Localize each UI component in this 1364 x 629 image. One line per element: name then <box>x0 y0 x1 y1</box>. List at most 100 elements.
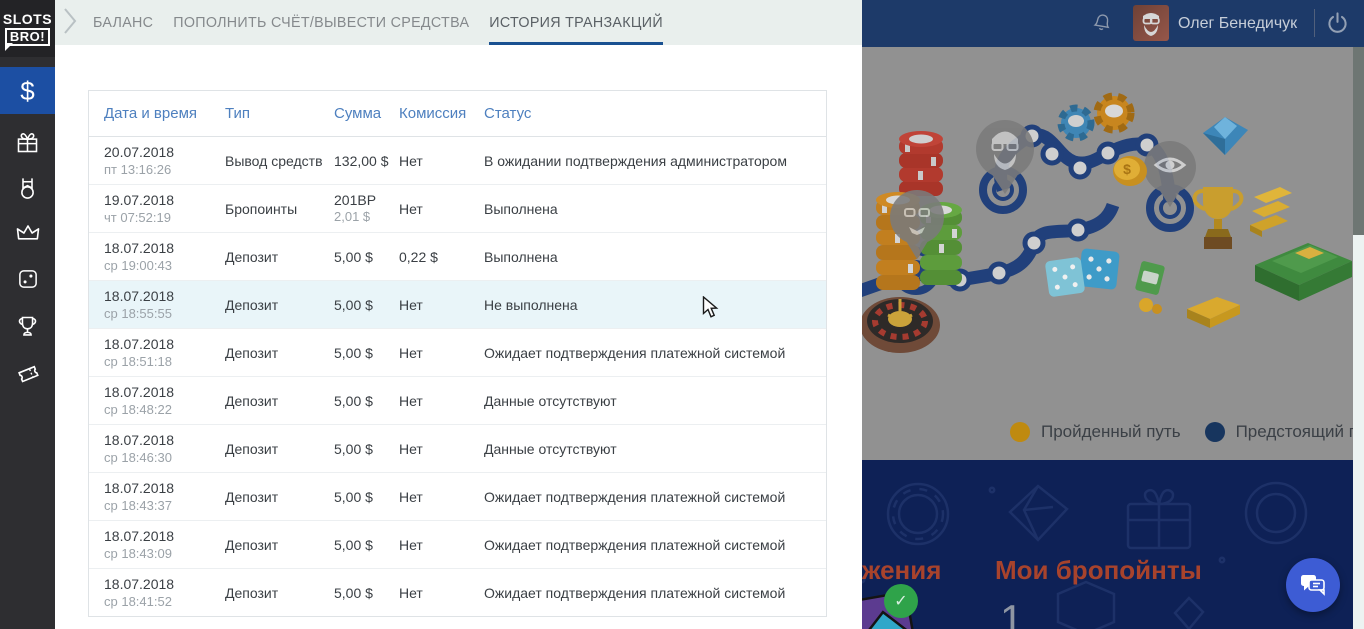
sidebar-item-balance[interactable]: $ <box>0 67 55 114</box>
cell-type: Депозит <box>225 585 279 601</box>
cell-datetime: 18.07.2018 ср 18:55:55 <box>104 287 175 321</box>
medal-icon <box>14 175 41 202</box>
cell-type: Депозит <box>225 296 279 313</box>
sidebar-item-gifts[interactable] <box>0 119 55 166</box>
cell-fee: 0,22 $ <box>399 248 438 265</box>
logo-line1: SLOTS <box>2 10 53 27</box>
road-legend: Пройденный путь Предстоящий путь <box>1010 422 1364 442</box>
cell-fee: Нет <box>399 296 423 313</box>
cell-type: Депозит <box>225 392 279 409</box>
transaction-row[interactable]: 18.07.2018 ср 18:41:52 Депозит 5,00 $ Нет Ожи… <box>89 569 826 617</box>
nav-tabs: БАЛАНС ПОПОЛНИТЬ СЧЁТ/ВЫВЕСТИ СРЕДСТВА ИСТ… <box>55 0 862 45</box>
transaction-row[interactable]: 18.07.2018 ср 18:46:30 Депозит 5,00 $ Нет Дан… <box>89 425 826 473</box>
cell-status: Ожидает подтверждения платежной системой <box>484 585 786 601</box>
achievement-check-icon: ✓ <box>884 584 918 618</box>
dollar-coin: $ <box>1113 156 1147 186</box>
table-header-row: Дата и время Тип Сумма Комиссия Статус <box>89 91 826 137</box>
roulette-wheel <box>862 297 940 353</box>
cell-datetime: 20.07.2018 пт 13:16:26 <box>104 143 175 177</box>
chat-widget-button[interactable] <box>1286 558 1340 612</box>
dice-icon <box>15 266 41 292</box>
chip-stack-red <box>899 131 943 196</box>
column-header: Тип <box>225 105 251 122</box>
transaction-row[interactable]: 18.07.2018 ср 18:43:37 Депозит 5,00 $ Нет Ожи… <box>89 473 826 521</box>
chevron-right-icon[interactable] <box>59 4 81 43</box>
tab-0[interactable]: БАЛАНС <box>93 0 153 45</box>
cell-datetime: 18.07.2018 ср 18:51:18 <box>104 335 175 369</box>
app-window: SLOTS BRO! $ БАЛАНС ПОПОЛНИТЬ СЧЁТ/ВЫВЕСТ… <box>0 0 1364 629</box>
cell-status: Данные отсутствуют <box>484 392 617 409</box>
cell-type: Депозит <box>225 536 279 553</box>
cell-datetime: 18.07.2018 ср 18:48:22 <box>104 383 175 417</box>
cell-fee: Нет <box>399 344 423 361</box>
tab-2[interactable]: ИСТОРИЯ ТРАНЗАКЦИЙ <box>489 0 663 45</box>
cell-amount: 132,00 $ <box>334 152 389 169</box>
cell-status: Выполнена <box>484 248 558 265</box>
legend-item: Предстоящий путь <box>1204 422 1364 442</box>
cell-type: Депозит <box>225 488 279 505</box>
sidebar-item-tournaments[interactable] <box>0 303 55 350</box>
bonus-road-section: $ Пройденный путь Предстоящий <box>862 47 1364 460</box>
cell-amount: 5,00 $ <box>334 392 373 409</box>
column-header: Сумма <box>334 105 382 122</box>
legend-dot <box>1204 422 1225 442</box>
casino-map-illustration: $ <box>862 92 1352 353</box>
user-avatar[interactable] <box>1133 5 1169 41</box>
legend-dot <box>1010 422 1030 442</box>
money-bundle-small <box>1135 261 1165 295</box>
bropoints-title: Мои бропойнты <box>995 555 1202 585</box>
cell-type: Бропоинты <box>225 200 298 217</box>
cell-fee: Нет <box>399 152 423 169</box>
sidebar-item-vip[interactable] <box>0 209 55 256</box>
trophy <box>1192 187 1244 249</box>
cell-fee: Нет <box>399 585 423 601</box>
user-name[interactable]: Олег Бенедичук <box>1178 0 1297 47</box>
scrollbar-thumb[interactable] <box>1353 47 1364 235</box>
bropoints-value: 1 <box>1000 596 1024 629</box>
cell-datetime: 19.07.2018 чт 07:52:19 <box>104 191 175 225</box>
logout-power-icon[interactable] <box>1324 10 1351 42</box>
gold-bars <box>1250 187 1292 237</box>
money-stack-large <box>1255 243 1352 301</box>
slotsbro-logo[interactable]: SLOTS BRO! <box>0 0 55 57</box>
cell-type: Депозит <box>225 440 279 457</box>
ticket-icon <box>14 359 42 387</box>
transaction-row[interactable]: 18.07.2018 ср 18:51:18 Депозит 5,00 $ Нет Ожи… <box>89 329 826 377</box>
transaction-row[interactable]: 20.07.2018 пт 13:16:26 Вывод средств 132,00… <box>89 137 826 185</box>
cell-amount: 201BP 2,01 $ <box>334 192 377 224</box>
achievements-title: жения <box>862 555 942 585</box>
cell-fee: Нет <box>399 488 423 505</box>
cell-datetime: 18.07.2018 ср 19:00:43 <box>104 239 175 273</box>
sidebar-item-medals[interactable] <box>0 165 55 212</box>
cell-fee: Нет <box>399 536 423 553</box>
page-scrollbar[interactable] <box>1353 47 1364 629</box>
notifications-bell-icon[interactable] <box>1090 11 1114 42</box>
sidebar-item-games[interactable] <box>0 255 55 302</box>
cell-status: Данные отсутствуют <box>484 440 617 457</box>
svg-text:$: $ <box>1123 161 1131 177</box>
table-body: 20.07.2018 пт 13:16:26 Вывод средств 132,00… <box>89 137 826 617</box>
cell-datetime: 18.07.2018 ср 18:41:52 <box>104 576 175 609</box>
transaction-row[interactable]: 18.07.2018 ср 18:55:55 Депозит 5,00 $ Нет Не … <box>89 281 826 329</box>
column-header: Комиссия <box>399 105 467 122</box>
cell-amount: 5,00 $ <box>334 488 373 505</box>
sidebar-item-tickets[interactable] <box>0 349 55 396</box>
legend-item: Пройденный путь <box>1010 422 1181 442</box>
cell-status: Ожидает подтверждения платежной системой <box>484 536 786 553</box>
cell-amount: 5,00 $ <box>334 536 373 553</box>
cell-fee: Нет <box>399 392 423 409</box>
cell-status: Не выполнена <box>484 296 578 313</box>
cell-fee: Нет <box>399 440 423 457</box>
footer-watermark-icons <box>862 481 1308 629</box>
transaction-row[interactable]: 19.07.2018 чт 07:52:19 Бропоинты 201BP 2,01 … <box>89 185 826 233</box>
achievements-footer-section: жения Мои бропойнты 1 ✓ <box>862 460 1364 629</box>
diamond <box>1203 117 1248 155</box>
transaction-row[interactable]: 18.07.2018 ср 19:00:43 Депозит 5,00 $ 0,22 $… <box>89 233 826 281</box>
tab-1[interactable]: ПОПОЛНИТЬ СЧЁТ/ВЫВЕСТИ СРЕДСТВА <box>173 0 469 45</box>
transaction-row[interactable]: 18.07.2018 ср 18:43:09 Депозит 5,00 $ Нет Ожи… <box>89 521 826 569</box>
logo-line2: BRO! <box>4 27 51 51</box>
transaction-row[interactable]: 18.07.2018 ср 18:48:22 Депозит 5,00 $ Нет Дан… <box>89 377 826 425</box>
transaction-history-content: Дата и время Тип Сумма Комиссия Статус 20.07… <box>55 45 862 629</box>
column-header: Статус <box>484 105 532 122</box>
legend-label: Пройденный путь <box>1041 422 1181 441</box>
